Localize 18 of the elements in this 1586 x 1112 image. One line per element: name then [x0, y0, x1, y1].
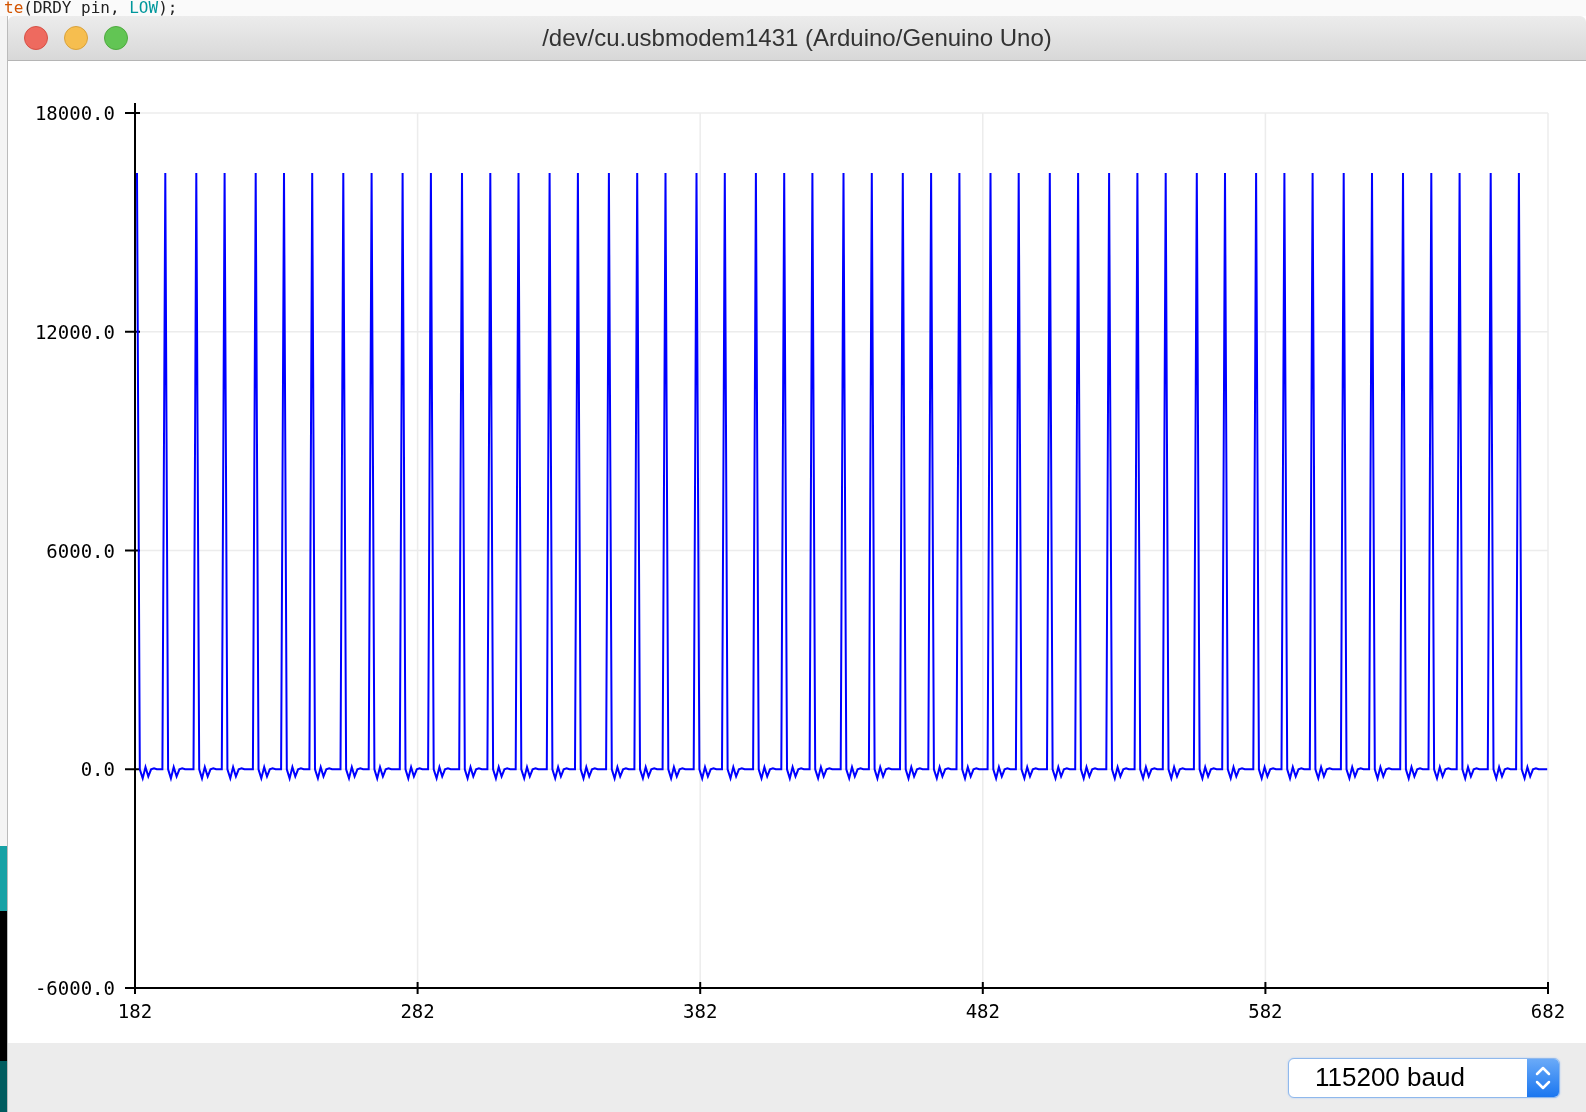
code-line: te(DRDY pin, LOW); — [3, 0, 178, 16]
axis-label: 382 — [683, 1000, 718, 1022]
baud-rate-select[interactable]: 115200 baud — [1288, 1057, 1560, 1098]
zoom-button[interactable] — [104, 26, 128, 50]
axis-label: 582 — [1248, 1000, 1283, 1022]
axis-label: 482 — [965, 1000, 1000, 1022]
axis-label: 282 — [400, 1000, 435, 1022]
axis-label: -6000.0 — [34, 977, 115, 999]
axis-label: 6000.0 — [46, 539, 115, 562]
axis-label: 18000.0 — [34, 102, 115, 124]
minimize-button[interactable] — [64, 26, 88, 50]
axis-label: 682 — [1530, 1000, 1566, 1022]
chevron-updown-icon — [1527, 1058, 1559, 1097]
close-button[interactable] — [24, 26, 48, 50]
axis-label: 182 — [117, 1000, 153, 1022]
axis-label: 12000.0 — [34, 320, 115, 343]
window-title: /dev/cu.usbmodem1431 (Arduino/Genuino Uno) — [542, 24, 1052, 52]
axis-label: 0.0 — [80, 758, 115, 781]
